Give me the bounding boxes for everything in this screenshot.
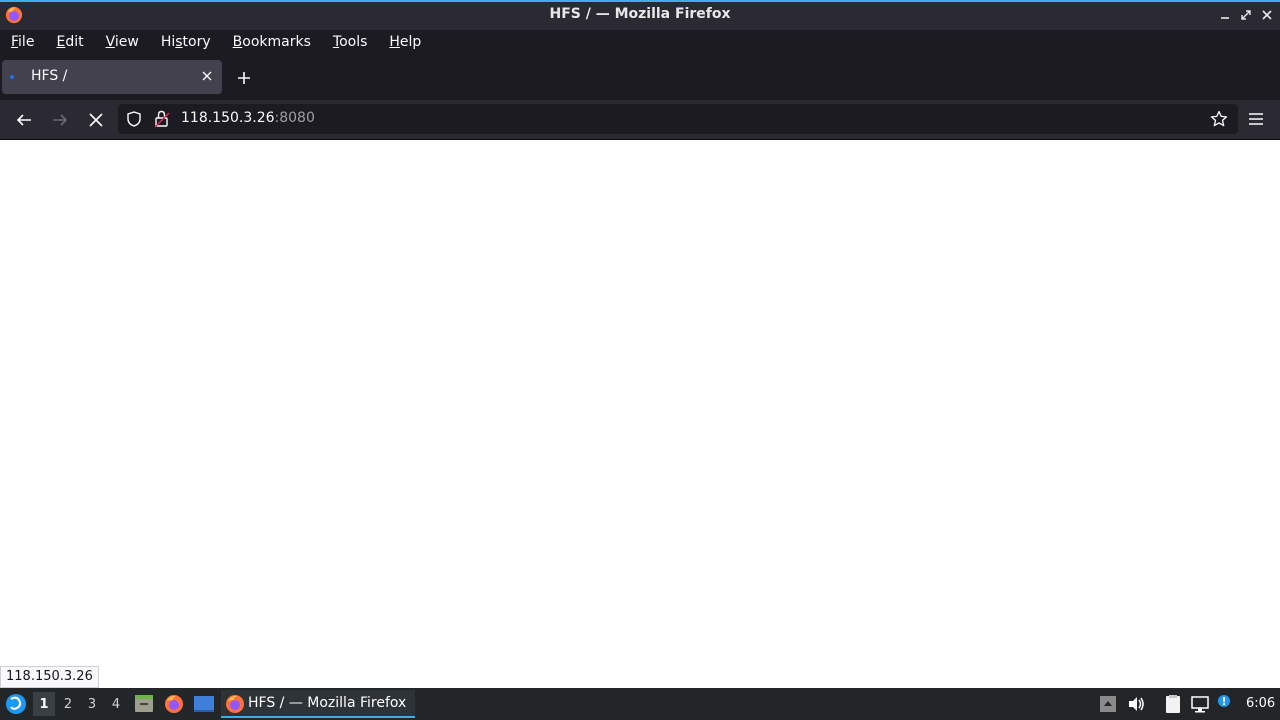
menu-file[interactable]: File [11,34,34,50]
notification-icon[interactable] [1215,694,1235,714]
firefox-launcher-icon[interactable] [163,693,185,715]
taskbar: 1 2 3 4 HFS / — Mozilla Firefox 6:06 [0,688,1280,720]
minimize-icon [1221,17,1229,19]
restore-icon [1241,10,1251,20]
window-title: HFS / — Mozilla Firefox [549,6,731,22]
status-link-tooltip: 118.150.3.26 [0,666,99,688]
stop-icon [89,113,103,127]
bookmark-star-icon[interactable] [1210,110,1228,128]
workspace-3[interactable]: 3 [81,692,103,716]
loading-indicator-icon [10,75,14,79]
hamburger-menu-icon [1249,113,1263,125]
forward-button[interactable] [48,108,72,132]
app-menu-button[interactable] [1246,108,1266,130]
url-text[interactable]: 118.150.3.26:8080 [181,110,315,126]
maximize-button[interactable] [1237,6,1255,24]
arrow-left-icon [16,114,31,126]
minimize-button[interactable] [1216,6,1234,24]
taskbar-clock[interactable]: 6:06 [1246,696,1275,711]
taskbar-task-label: HFS / — Mozilla Firefox [248,695,407,711]
insecure-lock-icon[interactable] [154,110,170,128]
url-bar[interactable]: 118.150.3.26:8080 [118,104,1238,134]
workspace-2[interactable]: 2 [57,692,79,716]
tray-expander-icon[interactable] [1098,694,1118,714]
volume-icon[interactable] [1126,694,1146,714]
firefox-icon [226,695,244,713]
start-menu-icon[interactable] [4,692,28,716]
url-port: :8080 [274,110,315,126]
close-tab-button[interactable] [198,67,216,85]
page-content[interactable] [0,141,1280,688]
workspace-4[interactable]: 4 [105,692,127,716]
url-host: 118.150.3.26 [181,110,275,126]
close-window-button[interactable] [1258,6,1276,24]
window-titlebar: HFS / — Mozilla Firefox [0,0,1280,30]
stop-button[interactable] [84,108,108,132]
menu-history[interactable]: History [161,34,211,50]
back-button[interactable] [12,108,36,132]
menu-tools[interactable]: Tools [333,34,368,50]
taskbar-task-firefox[interactable]: HFS / — Mozilla Firefox [221,690,415,718]
tab-strip: HFS / [0,54,1280,100]
terminal-launcher-icon[interactable] [193,693,215,715]
file-manager-icon[interactable] [133,693,155,715]
new-tab-button[interactable] [232,67,256,89]
close-icon [1262,10,1272,20]
network-icon[interactable] [1190,694,1210,714]
tracking-protection-shield-icon[interactable] [126,111,142,127]
navigation-toolbar: 118.150.3.26:8080 [0,100,1280,140]
workspace-1[interactable]: 1 [33,692,55,716]
menu-edit[interactable]: Edit [56,34,83,50]
menu-help[interactable]: Help [389,34,421,50]
tab-label: HFS / [31,68,68,84]
plus-icon [238,72,250,84]
clipboard-icon[interactable] [1163,694,1183,714]
close-icon [202,71,212,81]
menu-view[interactable]: View [106,34,139,50]
menu-bookmarks[interactable]: Bookmarks [233,34,311,50]
tab-hfs[interactable]: HFS / [2,60,222,94]
menu-bar: File Edit View History Bookmarks Tools H… [0,30,1280,54]
arrow-right-icon [53,114,68,126]
